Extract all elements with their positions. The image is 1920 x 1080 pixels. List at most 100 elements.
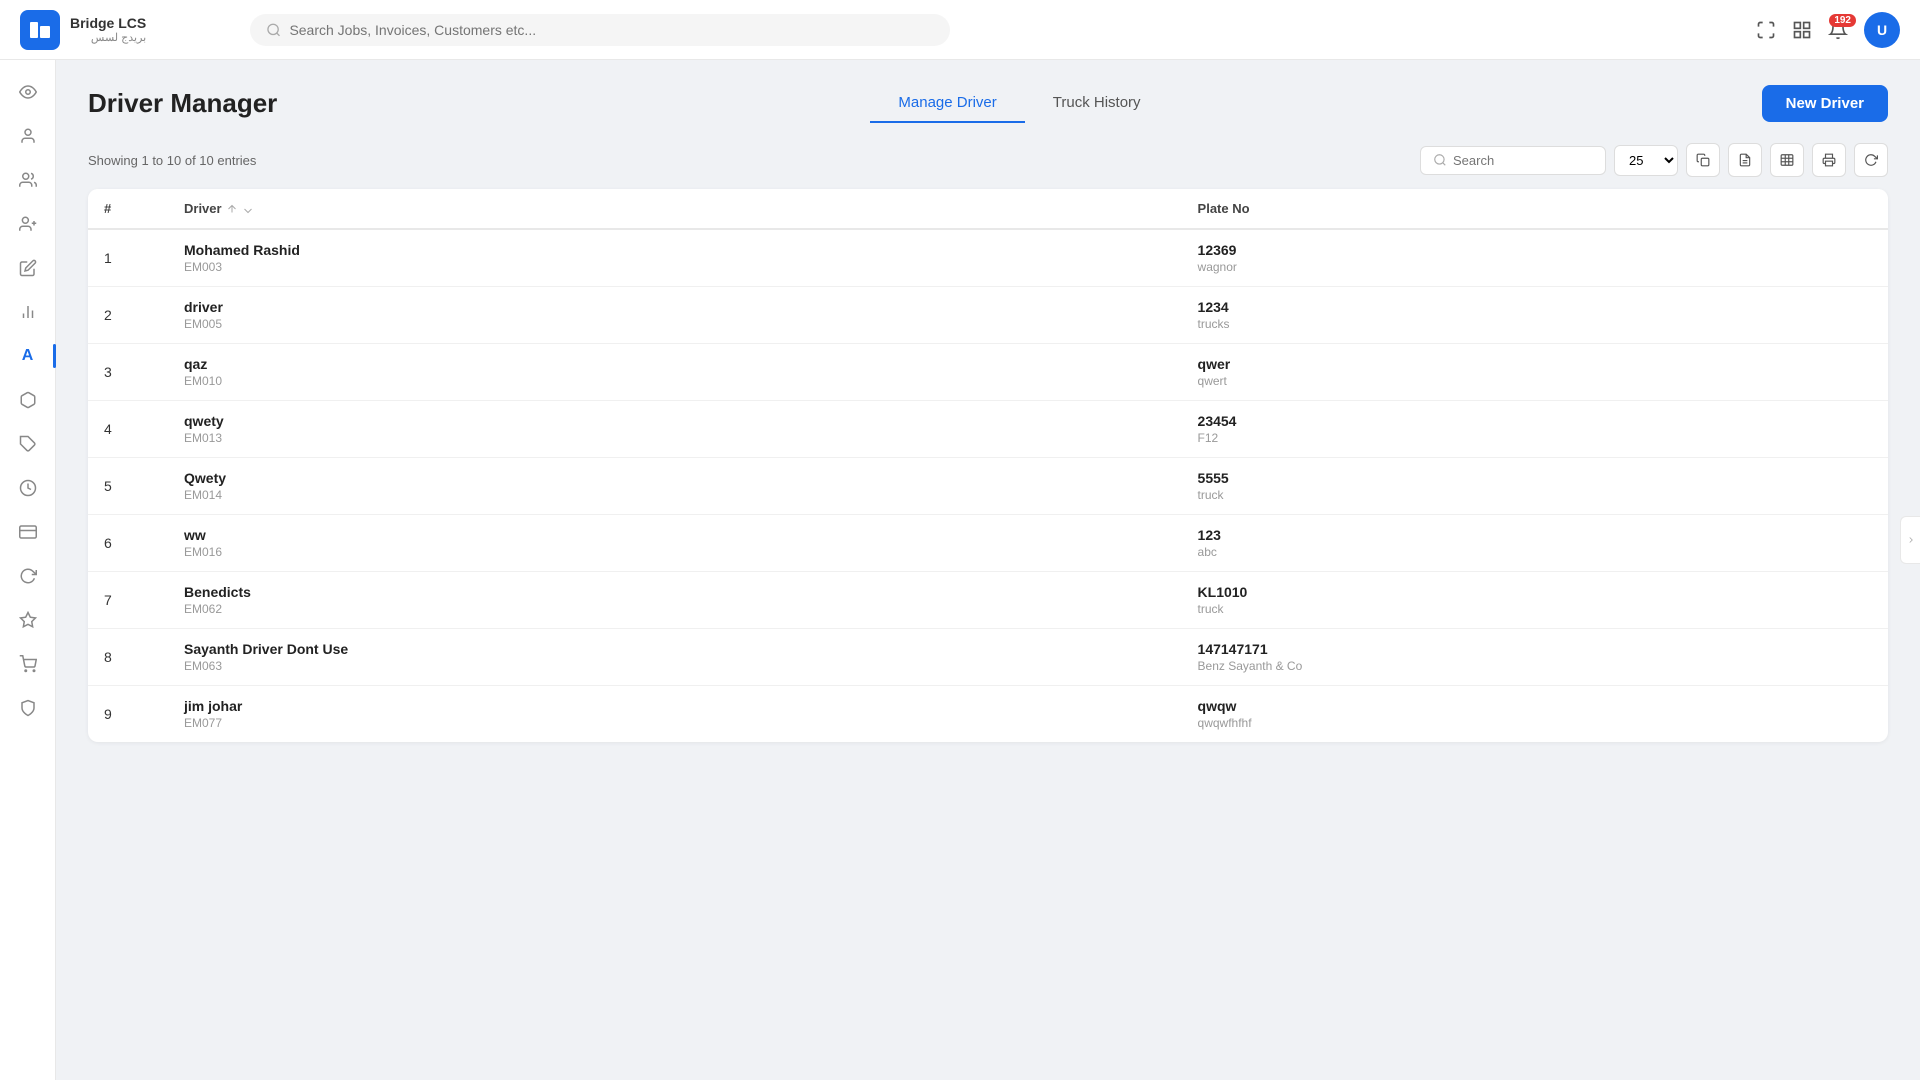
table-search-wrap[interactable]: [1420, 146, 1606, 175]
plate-label: F12: [1198, 431, 1872, 445]
driver-name: jim johar: [184, 698, 1166, 714]
driver-id: EM013: [184, 431, 1166, 445]
driver-id: EM010: [184, 374, 1166, 388]
sidebar-item-edit[interactable]: [8, 248, 48, 288]
table-row[interactable]: 4 qwety EM013 23454 F12: [88, 401, 1888, 458]
cell-plate: 5555 truck: [1182, 458, 1888, 515]
cell-plate: 123 abc: [1182, 515, 1888, 572]
plate-label: trucks: [1198, 317, 1872, 331]
cell-driver: ww EM016: [168, 515, 1182, 572]
right-controls: 25 50 100: [1420, 143, 1888, 177]
plate-label: qwqwfhfhf: [1198, 716, 1872, 730]
plate-no: 147147171: [1198, 641, 1872, 657]
sidebar-item-box[interactable]: [8, 380, 48, 420]
table-row[interactable]: 7 Benedicts EM062 KL1010 truck: [88, 572, 1888, 629]
sidebar-item-person[interactable]: [8, 116, 48, 156]
reload-button[interactable]: [1854, 143, 1888, 177]
table-row[interactable]: 9 jim johar EM077 qwqw qwqwfhfhf: [88, 686, 1888, 743]
driver-name: driver: [184, 299, 1166, 315]
table-row[interactable]: 6 ww EM016 123 abc: [88, 515, 1888, 572]
table-header: # Driver Plate No: [88, 189, 1888, 229]
cell-plate: qwqw qwqwfhfhf: [1182, 686, 1888, 743]
cell-num: 2: [88, 287, 168, 344]
new-driver-button[interactable]: New Driver: [1762, 85, 1888, 122]
grid-button[interactable]: [1792, 20, 1812, 40]
driver-id: EM003: [184, 260, 1166, 274]
plate-label: truck: [1198, 602, 1872, 616]
print-button[interactable]: [1812, 143, 1846, 177]
driver-name: Mohamed Rashid: [184, 242, 1166, 258]
plate-label: truck: [1198, 488, 1872, 502]
logo-text: Bridge LCS بريدج لسس: [70, 15, 146, 44]
sidebar-item-clock[interactable]: [8, 468, 48, 508]
driver-name: qaz: [184, 356, 1166, 372]
collapse-handle[interactable]: [1900, 516, 1920, 564]
sort-down-icon: [242, 203, 254, 215]
plate-no: KL1010: [1198, 584, 1872, 600]
app-name: Bridge LCS: [70, 15, 146, 31]
page-size-select[interactable]: 25 50 100: [1614, 145, 1678, 176]
table-row[interactable]: 8 Sayanth Driver Dont Use EM063 14714717…: [88, 629, 1888, 686]
tab-truck-history[interactable]: Truck History: [1025, 84, 1169, 123]
table-search-input[interactable]: [1453, 153, 1593, 168]
cell-num: 7: [88, 572, 168, 629]
sidebar: A: [0, 60, 56, 1080]
plate-label: abc: [1198, 545, 1872, 559]
sort-icon: [226, 203, 238, 215]
plate-no: 23454: [1198, 413, 1872, 429]
sidebar-item-active-module[interactable]: A: [8, 336, 48, 376]
plate-no: qwqw: [1198, 698, 1872, 714]
entries-info: Showing 1 to 10 of 10 entries: [88, 153, 256, 168]
table-row[interactable]: 3 qaz EM010 qwer qwert: [88, 344, 1888, 401]
cell-driver: jim johar EM077: [168, 686, 1182, 743]
sidebar-item-tag[interactable]: [8, 424, 48, 464]
cell-plate: 12369 wagnor: [1182, 229, 1888, 287]
driver-id: EM077: [184, 716, 1166, 730]
table-controls: Showing 1 to 10 of 10 entries 25 50 100: [88, 143, 1888, 177]
user-avatar[interactable]: U: [1864, 12, 1900, 48]
driver-id: EM062: [184, 602, 1166, 616]
table-row[interactable]: 5 Qwety EM014 5555 truck: [88, 458, 1888, 515]
top-navigation: Bridge LCS بريدج لسس 192 U: [0, 0, 1920, 60]
notification-button[interactable]: 192: [1828, 20, 1848, 40]
csv-button[interactable]: [1728, 143, 1762, 177]
cell-num: 9: [88, 686, 168, 743]
sidebar-item-chart[interactable]: [8, 292, 48, 332]
sidebar-item-eye[interactable]: [8, 72, 48, 112]
excel-button[interactable]: [1770, 143, 1804, 177]
col-header-driver[interactable]: Driver: [168, 189, 1182, 229]
cell-num: 8: [88, 629, 168, 686]
cell-num: 5: [88, 458, 168, 515]
page-header: Driver Manager Manage Driver Truck Histo…: [88, 84, 1888, 123]
table-search-icon: [1433, 153, 1447, 167]
active-module-icon: A: [22, 347, 34, 365]
driver-id: EM016: [184, 545, 1166, 559]
table-row[interactable]: 2 driver EM005 1234 trucks: [88, 287, 1888, 344]
sidebar-item-people[interactable]: [8, 160, 48, 200]
plate-label: qwert: [1198, 374, 1872, 388]
sidebar-item-add-person[interactable]: [8, 204, 48, 244]
cell-num: 4: [88, 401, 168, 458]
tab-manage-driver[interactable]: Manage Driver: [870, 84, 1024, 123]
sidebar-item-cart[interactable]: [8, 644, 48, 684]
nav-actions: 192 U: [1756, 12, 1900, 48]
fullscreen-button[interactable]: [1756, 20, 1776, 40]
sidebar-item-card[interactable]: [8, 512, 48, 552]
driver-name: Qwety: [184, 470, 1166, 486]
table-row[interactable]: 1 Mohamed Rashid EM003 12369 wagnor: [88, 229, 1888, 287]
global-search-input[interactable]: [289, 22, 934, 38]
sidebar-item-refresh[interactable]: [8, 556, 48, 596]
sidebar-item-widget[interactable]: [8, 600, 48, 640]
app-name-ar: بريدج لسس: [70, 31, 146, 44]
global-search-bar[interactable]: [250, 14, 950, 46]
sidebar-item-shield[interactable]: [8, 688, 48, 728]
cell-plate: qwer qwert: [1182, 344, 1888, 401]
copy-button[interactable]: [1686, 143, 1720, 177]
driver-id: EM005: [184, 317, 1166, 331]
cell-plate: 1234 trucks: [1182, 287, 1888, 344]
plate-label: Benz Sayanth & Co: [1198, 659, 1872, 673]
col-header-plate: Plate No: [1182, 189, 1888, 229]
cell-plate: KL1010 truck: [1182, 572, 1888, 629]
driver-name: qwety: [184, 413, 1166, 429]
driver-id: EM063: [184, 659, 1166, 673]
